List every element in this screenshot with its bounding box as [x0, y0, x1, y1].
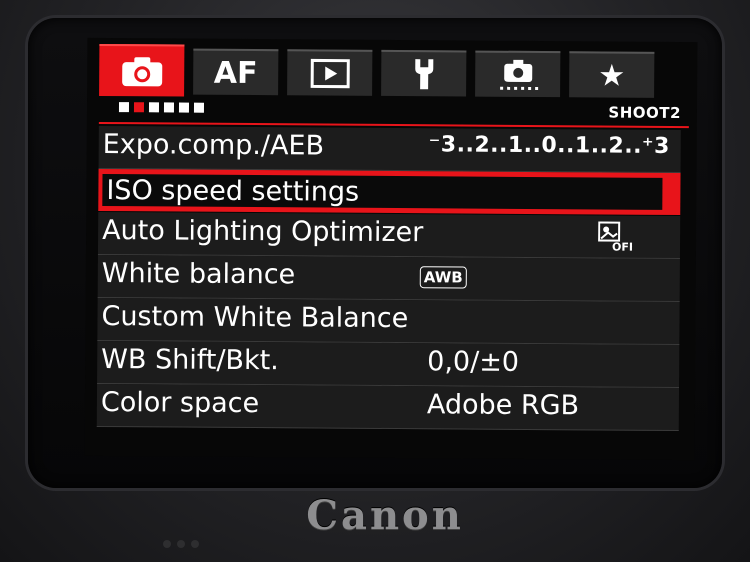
menu-item-label: Auto Lighting Optimizer	[102, 214, 424, 249]
play-icon	[310, 58, 350, 89]
menu-item-color-space[interactable]: Color space Adobe RGB	[96, 383, 680, 432]
page-dot	[118, 102, 130, 113]
page-dot	[148, 102, 160, 113]
alo-off-icon: OFF	[598, 221, 632, 252]
tab-af[interactable]: AF	[193, 48, 279, 96]
menu-item-iso-speed[interactable]: ISO speed settings	[98, 168, 681, 216]
page-indicator	[118, 102, 205, 117]
star-icon: ★	[598, 57, 626, 94]
menu-tabs: AF ★	[99, 43, 679, 100]
custom-camera-icon	[499, 59, 538, 91]
menu-item-expo-comp[interactable]: Expo.comp./AEB ⁻3..2..1..0..1..2..⁺3	[98, 125, 681, 174]
wrench-icon	[414, 59, 433, 90]
page-dot	[163, 102, 175, 113]
tab-custom-functions[interactable]	[475, 50, 561, 98]
menu-item-label: White balance	[101, 257, 296, 291]
menu-item-auto-lighting[interactable]: Auto Lighting Optimizer OFF	[97, 211, 681, 260]
menu-item-white-balance[interactable]: White balance AWB	[97, 254, 680, 303]
svg-text:OFF: OFF	[612, 241, 632, 252]
selection-highlight: ISO speed settings	[102, 173, 663, 210]
page-dot-active	[133, 102, 145, 113]
exposure-scale: ⁻3..2..1..0..1..2..⁺3	[428, 132, 670, 159]
canon-logo: Canon	[306, 492, 464, 539]
menu-item-label: ISO speed settings	[106, 175, 360, 208]
menu-item-label: Color space	[100, 386, 260, 420]
camera-icon	[121, 57, 162, 87]
page-name: SHOOT2	[608, 103, 682, 123]
speaker-holes	[163, 540, 199, 548]
tab-playback[interactable]	[287, 49, 373, 96]
awb-badge: AWB	[419, 266, 467, 289]
page-dot	[193, 102, 205, 113]
menu-item-label: Custom White Balance	[101, 300, 409, 335]
menu-item-value: Adobe RGB	[426, 389, 580, 422]
menu-item-wb-shift[interactable]: WB Shift/Bkt. 0,0/±0	[97, 340, 680, 389]
menu-item-label: WB Shift/Bkt.	[101, 343, 279, 377]
tab-setup[interactable]	[381, 49, 467, 97]
lcd-screen: AF ★ SHOOT2 Expo.comp./AEB ⁻3..2..1..0..…	[84, 37, 698, 461]
menu-item-value: 0,0/±0	[427, 346, 520, 378]
menu-item-label: Expo.comp./AEB	[102, 128, 325, 162]
tab-my-menu[interactable]: ★	[569, 51, 655, 98]
page-dot	[178, 102, 190, 113]
tab-shooting[interactable]	[99, 43, 185, 97]
menu-item-custom-wb[interactable]: Custom White Balance	[97, 297, 680, 346]
